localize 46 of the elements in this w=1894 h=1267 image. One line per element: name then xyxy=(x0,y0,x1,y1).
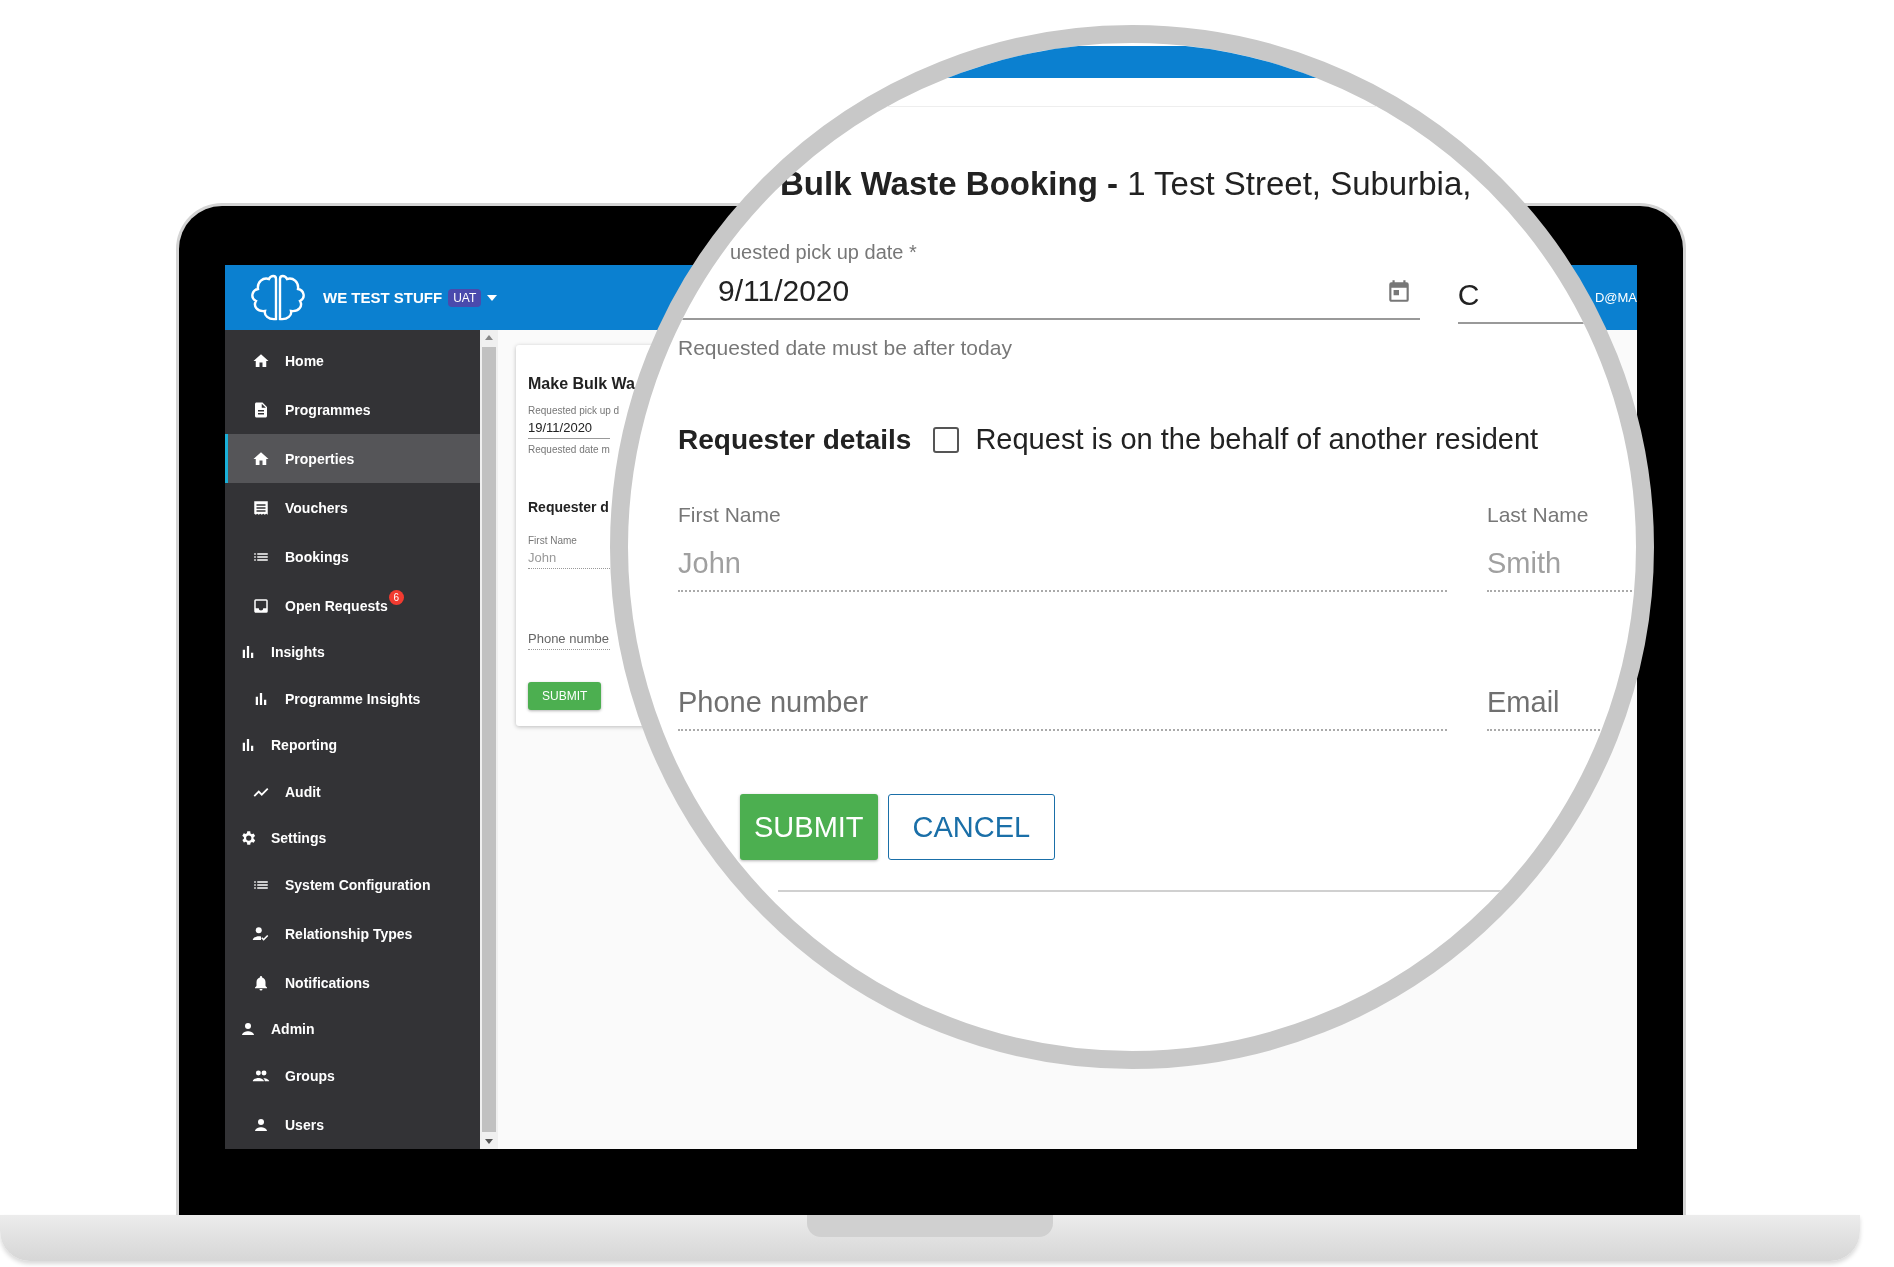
sidebar-item[interactable]: Relationship Types xyxy=(225,909,480,958)
section-heading: Requester d xyxy=(528,499,609,515)
sidebar-item[interactable]: Programmes xyxy=(225,385,480,434)
behalf-checkbox[interactable]: Request is on the behalf of another resident xyxy=(933,423,1539,456)
form-title: Make Bulk Wa xyxy=(528,375,635,393)
user-email[interactable]: D@MA xyxy=(1594,290,1637,305)
scroll-down-icon[interactable] xyxy=(485,1139,493,1144)
document-icon xyxy=(252,400,270,419)
bell-icon xyxy=(252,973,270,992)
sidebar-section[interactable]: Admin xyxy=(225,1007,480,1051)
sidebar-section[interactable]: Reporting xyxy=(225,723,480,767)
person-check-icon xyxy=(252,924,270,943)
scroll-up-icon[interactable] xyxy=(485,335,493,340)
receipt-icon xyxy=(252,498,270,517)
app-name: WE TEST STUFF xyxy=(323,289,443,306)
field-label: Last Name xyxy=(1487,503,1590,527)
sidebar-item[interactable]: Properties xyxy=(225,434,480,483)
settings-icon xyxy=(239,829,257,847)
field-label: First Name xyxy=(528,535,577,546)
date-field[interactable]: 19/11/2020 xyxy=(528,416,610,439)
count-badge: 6 xyxy=(388,589,404,605)
sidebar-item[interactable]: Vouchers xyxy=(225,483,480,532)
sidebar-item[interactable]: Users xyxy=(225,1100,480,1149)
field-label: Requested pick up d xyxy=(528,405,620,416)
sidebar-item[interactable]: Notifications xyxy=(225,958,480,1007)
sidebar-section[interactable]: Insights xyxy=(225,630,480,674)
field-hint: Requested date must be after today xyxy=(678,336,1013,360)
field-hint: Requested date m xyxy=(528,444,610,455)
sidebar-item[interactable]: System Configuration xyxy=(225,860,480,909)
field-label: uested pick up date * xyxy=(730,241,918,264)
scrollbar[interactable] xyxy=(480,330,498,1149)
caret-icon[interactable] xyxy=(487,294,498,301)
sidebar-item[interactable]: Programme Insights xyxy=(225,674,480,723)
sidebar-item[interactable]: Bookings xyxy=(225,532,480,581)
date-field[interactable]: 9/11/2020 xyxy=(678,264,1420,320)
field-label: First Name xyxy=(678,503,782,527)
sidebar-item[interactable]: Groups xyxy=(225,1051,480,1100)
environment-badge: UAT xyxy=(448,288,482,307)
sidebar-item[interactable]: Audit xyxy=(225,767,480,816)
inbox-icon xyxy=(252,596,270,615)
section-heading: Requester details xyxy=(678,423,912,456)
person-icon xyxy=(239,1020,257,1038)
sidebar-section[interactable]: Settings xyxy=(225,816,480,860)
sidebar-item[interactable]: Open Requests 6 xyxy=(225,581,480,630)
sidebar-item[interactable]: Home xyxy=(225,336,480,385)
cancel-button[interactable]: CANCEL xyxy=(887,794,1056,860)
